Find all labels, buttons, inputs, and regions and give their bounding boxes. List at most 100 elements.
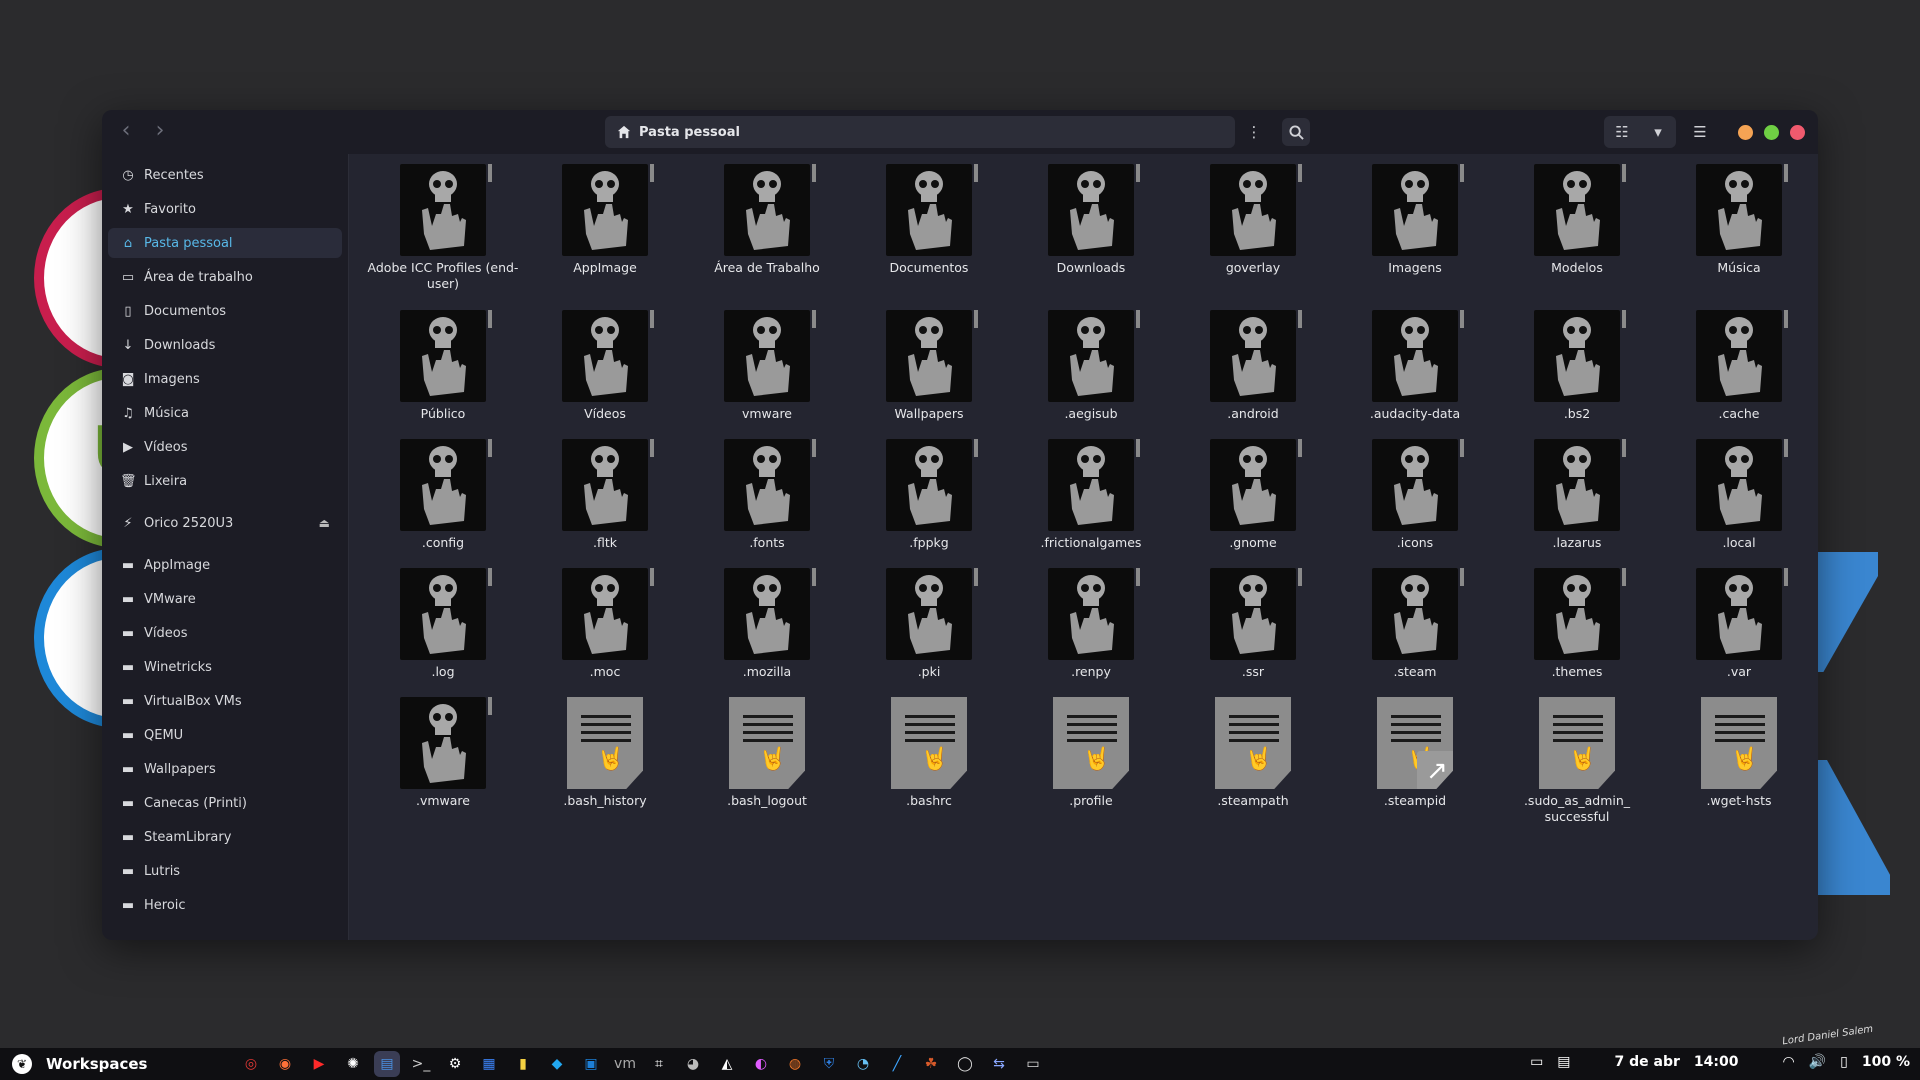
folder-item[interactable]: Modelos bbox=[1496, 164, 1658, 276]
back-button[interactable]: ‹ bbox=[112, 120, 140, 144]
folder-item[interactable]: Downloads bbox=[1010, 164, 1172, 276]
folder-item[interactable]: Vídeos bbox=[524, 310, 686, 422]
folder-item[interactable]: .config bbox=[362, 439, 524, 551]
folder-item[interactable]: .fltk bbox=[524, 439, 686, 551]
folder-item[interactable]: .vmware bbox=[362, 697, 524, 809]
folder-item[interactable]: Adobe ICC Profiles (end-user) bbox=[362, 164, 524, 292]
folder-item[interactable]: .renpy bbox=[1010, 568, 1172, 680]
file-item[interactable]: 🤘↗ .steampid bbox=[1334, 697, 1496, 809]
sidebar-item-bookmark[interactable]: ▬ Heroic bbox=[108, 890, 342, 920]
sidebar-item-place[interactable]: ◙ Imagens bbox=[108, 364, 342, 394]
transfer-icon[interactable]: ⇆ bbox=[986, 1051, 1012, 1077]
file-item[interactable]: 🤘 .bash_logout bbox=[686, 697, 848, 809]
folder-item[interactable]: Público bbox=[362, 310, 524, 422]
folder-item[interactable]: vmware bbox=[686, 310, 848, 422]
writer-icon[interactable]: ▦ bbox=[476, 1051, 502, 1077]
folder-item[interactable]: .themes bbox=[1496, 568, 1658, 680]
steam-icon[interactable]: ◔ bbox=[850, 1051, 876, 1077]
terminal-icon[interactable]: >_ bbox=[408, 1051, 434, 1077]
folder-item[interactable]: .ssr bbox=[1172, 568, 1334, 680]
sidebar-item-bookmark[interactable]: ▬ Canecas (Printi) bbox=[108, 788, 342, 818]
folder-item[interactable]: .moc bbox=[524, 568, 686, 680]
sidebar-item-bookmark[interactable]: ▬ SteamLibrary bbox=[108, 822, 342, 852]
folder-item[interactable]: .lazarus bbox=[1496, 439, 1658, 551]
folder-item[interactable]: AppImage bbox=[524, 164, 686, 276]
sidebar-item-place[interactable]: ↓ Downloads bbox=[108, 330, 342, 360]
sidebar-item-place[interactable]: 🗑 Lixeira bbox=[108, 466, 342, 496]
file-item[interactable]: 🤘 .bash_history bbox=[524, 697, 686, 809]
eject-icon[interactable]: ⏏ bbox=[319, 516, 330, 530]
sidebar-item-place[interactable]: ▯ Documentos bbox=[108, 296, 342, 326]
youtube-music-icon[interactable]: ▶ bbox=[306, 1051, 332, 1077]
folder-item[interactable]: goverlay bbox=[1172, 164, 1334, 276]
time-label[interactable]: 14:00 bbox=[1694, 1054, 1739, 1070]
close-button[interactable] bbox=[1790, 125, 1805, 140]
blender-icon[interactable]: ◍ bbox=[782, 1051, 808, 1077]
sidebar-item-place[interactable]: ◷ Recentes bbox=[108, 160, 342, 190]
folder-item[interactable]: .fonts bbox=[686, 439, 848, 551]
sidebar-item-bookmark[interactable]: ▬ Wallpapers bbox=[108, 754, 342, 784]
folder-item[interactable]: .fppkg bbox=[848, 439, 1010, 551]
sidebar-item-bookmark[interactable]: ▬ VMware bbox=[108, 584, 342, 614]
bitwarden-icon[interactable]: ⛨ bbox=[816, 1051, 842, 1077]
minimize-button[interactable] bbox=[1738, 125, 1753, 140]
maximize-button[interactable] bbox=[1764, 125, 1779, 140]
sidebar-item-place[interactable]: ⌂ Pasta pessoal bbox=[108, 228, 342, 258]
file-item[interactable]: 🤘 .sudo_as_admin_ successful bbox=[1496, 697, 1658, 825]
firefox-icon[interactable]: ◉ bbox=[272, 1051, 298, 1077]
obs-icon[interactable]: ◯ bbox=[952, 1051, 978, 1077]
list-view-icon[interactable]: ☷ bbox=[1608, 118, 1636, 146]
workspaces-button[interactable]: ❦ Workspaces bbox=[12, 1054, 147, 1074]
more-options-icon[interactable]: ⋮ bbox=[1240, 118, 1268, 146]
folder-item[interactable]: Música bbox=[1658, 164, 1818, 276]
files-icon[interactable]: ▤ bbox=[374, 1051, 400, 1077]
file-item[interactable]: 🤘 .steampath bbox=[1172, 697, 1334, 809]
folder-item[interactable]: Documentos bbox=[848, 164, 1010, 276]
clipboard-icon[interactable]: ▤ bbox=[1557, 1054, 1570, 1070]
folder-item[interactable]: .aegisub bbox=[1010, 310, 1172, 422]
sidebar-item-device[interactable]: ⚡ Orico 2520U3 ⏏ bbox=[108, 508, 342, 538]
inkscape-icon[interactable]: ◭ bbox=[714, 1051, 740, 1077]
sidebar-item-bookmark[interactable]: ▬ Lutris bbox=[108, 856, 342, 886]
volume-icon[interactable]: 🔊 bbox=[1809, 1054, 1826, 1070]
sidebar-item-bookmark[interactable]: ▬ QEMU bbox=[108, 720, 342, 750]
folder-item[interactable]: .frictionalgames bbox=[1010, 439, 1172, 551]
folder-item[interactable]: .log bbox=[362, 568, 524, 680]
display-icon[interactable]: ▭ bbox=[1530, 1054, 1543, 1070]
screenshot-icon[interactable]: ⌗ bbox=[646, 1051, 672, 1077]
date-label[interactable]: 7 de abr bbox=[1615, 1054, 1680, 1070]
folder-item[interactable]: .cache bbox=[1658, 310, 1818, 422]
forward-button[interactable]: › bbox=[146, 120, 174, 144]
gimp-icon[interactable]: ◕ bbox=[680, 1051, 706, 1077]
hamburger-menu-icon[interactable]: ☰ bbox=[1686, 118, 1714, 146]
vscode-icon[interactable]: ◆ bbox=[544, 1051, 570, 1077]
chrome-icon[interactable]: ◎ bbox=[238, 1051, 264, 1077]
folder-item[interactable]: .pki bbox=[848, 568, 1010, 680]
location-bar[interactable]: Pasta pessoal bbox=[605, 116, 1235, 148]
file-item[interactable]: 🤘 .bashrc bbox=[848, 697, 1010, 809]
search-icon[interactable] bbox=[1282, 118, 1310, 146]
folder-item[interactable]: .mozilla bbox=[686, 568, 848, 680]
virtualbox-icon[interactable]: ▣ bbox=[578, 1051, 604, 1077]
folder-item[interactable]: .gnome bbox=[1172, 439, 1334, 551]
folder-item[interactable]: Imagens bbox=[1334, 164, 1496, 276]
sidebar-item-bookmark[interactable]: ▬ VirtualBox VMs bbox=[108, 686, 342, 716]
sidebar-item-place[interactable]: ♫ Música bbox=[108, 398, 342, 428]
chevron-down-icon[interactable]: ▾ bbox=[1644, 118, 1672, 146]
sidebar-item-place[interactable]: ★ Favorito bbox=[108, 194, 342, 224]
vmware-icon[interactable]: vm bbox=[612, 1051, 638, 1077]
file-item[interactable]: 🤘 .profile bbox=[1010, 697, 1172, 809]
notes-icon[interactable]: ▮ bbox=[510, 1051, 536, 1077]
file-item[interactable]: 🤘 .wget-hsts bbox=[1658, 697, 1818, 809]
settings-icon[interactable]: ⚙ bbox=[442, 1051, 468, 1077]
folder-item[interactable]: .var bbox=[1658, 568, 1818, 680]
chatgpt-icon[interactable]: ✺ bbox=[340, 1051, 366, 1077]
folder-item[interactable]: Área de Trabalho bbox=[686, 164, 848, 276]
folder-icon[interactable]: ▭ bbox=[1020, 1051, 1046, 1077]
folder-item[interactable]: Wallpapers bbox=[848, 310, 1010, 422]
game-icon[interactable]: ☘ bbox=[918, 1051, 944, 1077]
folder-item[interactable]: .android bbox=[1172, 310, 1334, 422]
sidebar-item-bookmark[interactable]: ▬ Winetricks bbox=[108, 652, 342, 682]
battery-icon[interactable]: ▯ bbox=[1840, 1054, 1848, 1070]
pen-icon[interactable]: ╱ bbox=[884, 1051, 910, 1077]
